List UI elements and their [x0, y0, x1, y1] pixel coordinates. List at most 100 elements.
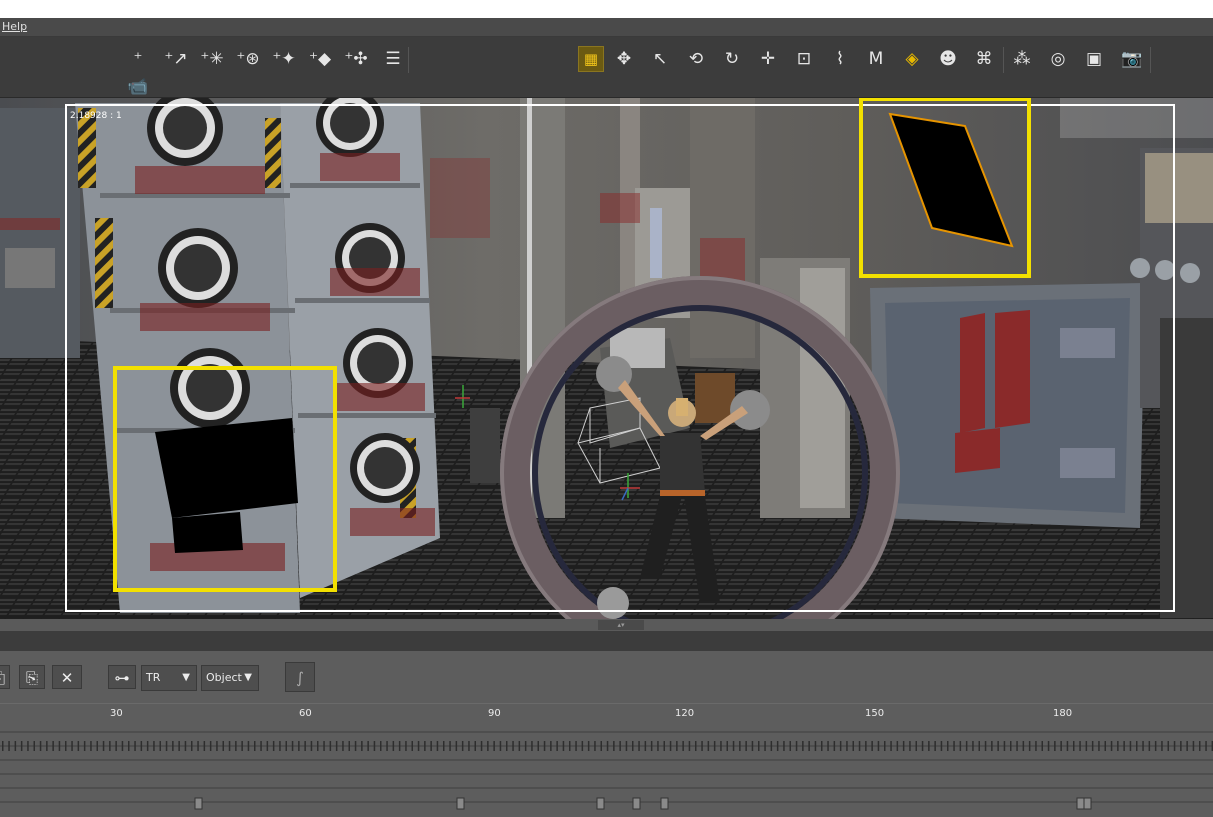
keyframe-marker[interactable] — [827, 741, 829, 751]
keyframe-marker[interactable] — [1167, 741, 1170, 751]
keyframe-marker[interactable] — [140, 741, 143, 751]
keyframe-marker[interactable] — [194, 797, 203, 810]
keyframe-marker[interactable] — [581, 741, 584, 751]
keyframe-marker[interactable] — [285, 741, 288, 751]
keyframe-marker[interactable] — [386, 741, 388, 751]
morph-brush-tool[interactable]: M — [862, 45, 890, 73]
keyframe-marker[interactable] — [1085, 741, 1088, 751]
keyframe-marker[interactable] — [329, 741, 332, 751]
keyframe-marker[interactable] — [1079, 741, 1081, 751]
keyframe-marker[interactable] — [940, 741, 943, 751]
keyframe-marker[interactable] — [644, 741, 647, 751]
keyframe-marker[interactable] — [443, 741, 445, 751]
object-dropdown[interactable]: Object ▼ — [201, 665, 259, 691]
keyframe-marker[interactable] — [556, 741, 558, 751]
3d-viewport[interactable]: 2.18928 : 1 — [0, 98, 1213, 619]
keyframe-marker[interactable] — [839, 741, 842, 751]
keyframe-marker[interactable] — [688, 741, 691, 751]
keyframe-marker[interactable] — [373, 741, 376, 751]
keyframe-marker[interactable] — [745, 741, 747, 751]
keyframe-marker[interactable] — [272, 741, 275, 751]
keyframe-marker[interactable] — [997, 741, 999, 751]
delete-key-button[interactable]: ✕ — [52, 665, 82, 689]
copy-key-button[interactable]: ⎘ — [19, 665, 45, 689]
keyframe-marker[interactable] — [178, 741, 180, 751]
keyframe-marker[interactable] — [279, 741, 281, 751]
keyframe-marker[interactable] — [896, 741, 899, 751]
keyframe-marker[interactable] — [965, 741, 968, 751]
keyframe-marker[interactable] — [783, 741, 785, 751]
keyframe-marker[interactable] — [909, 741, 911, 751]
keyframe-marker[interactable] — [222, 741, 225, 751]
keyframe-marker[interactable] — [1047, 741, 1050, 751]
keyframe-marker[interactable] — [625, 741, 628, 751]
keyframe-marker[interactable] — [241, 741, 243, 751]
keyframe-marker[interactable] — [216, 741, 218, 751]
keyframe-marker[interactable] — [1073, 741, 1075, 751]
keyframe-marker[interactable] — [632, 797, 641, 810]
keyframe-marker[interactable] — [846, 741, 848, 751]
keyframe-marker[interactable] — [1091, 741, 1094, 751]
keyframe-marker[interactable] — [310, 741, 313, 751]
keyframe-marker[interactable] — [1110, 741, 1113, 751]
keyframe-marker[interactable] — [209, 741, 212, 751]
keyframe-marker[interactable] — [676, 741, 678, 751]
light-tool[interactable]: ◎ — [1044, 45, 1072, 73]
keyframe-marker[interactable] — [1161, 741, 1163, 751]
keyframe-marker[interactable] — [65, 741, 67, 751]
panel-splitter[interactable]: ▴▾ — [0, 619, 1213, 631]
keyframe-marker[interactable] — [1060, 741, 1062, 751]
keyframe-marker[interactable] — [71, 741, 73, 751]
keyframe-marker[interactable] — [266, 741, 269, 751]
keyframe-marker[interactable] — [531, 741, 533, 751]
keyframe-marker[interactable] — [335, 741, 338, 751]
keyframe-marker[interactable] — [1199, 741, 1201, 751]
keyframe-marker[interactable] — [1083, 797, 1092, 810]
keyframe-marker[interactable] — [20, 741, 23, 751]
timeline-tracks[interactable] — [0, 726, 1213, 817]
keyframe-marker[interactable] — [852, 741, 855, 751]
keyframe-marker[interactable] — [128, 741, 130, 751]
keyframe-marker[interactable] — [461, 741, 464, 751]
help-menu[interactable]: Help — [2, 20, 27, 33]
keyframe-marker[interactable] — [2, 741, 4, 751]
keyframe-marker[interactable] — [669, 741, 672, 751]
keyframe-marker[interactable] — [235, 741, 237, 751]
keyframe-marker[interactable] — [58, 741, 61, 751]
create-spotlight-tool[interactable]: ⁺✦ — [270, 45, 298, 73]
keyframe-marker[interactable] — [1136, 741, 1138, 751]
keyframe-marker[interactable] — [707, 741, 710, 751]
keyframe-marker[interactable] — [455, 741, 458, 751]
keyframe-marker[interactable] — [575, 741, 577, 751]
keyframe-marker[interactable] — [600, 741, 603, 751]
keyframe-marker[interactable] — [770, 741, 773, 751]
orbit-tool[interactable]: ⟲ — [682, 45, 710, 73]
keyframe-marker[interactable] — [247, 741, 250, 751]
keyframe-marker[interactable] — [102, 741, 105, 751]
keyframe-marker[interactable] — [153, 741, 155, 751]
keyframe-marker[interactable] — [487, 741, 489, 751]
keyframe-marker[interactable] — [550, 741, 552, 751]
keyframe-marker[interactable] — [165, 741, 168, 751]
keyframe-marker[interactable] — [959, 741, 962, 751]
keyframe-marker[interactable] — [569, 741, 571, 751]
keyframe-marker[interactable] — [380, 741, 382, 751]
keyframe-marker[interactable] — [46, 741, 48, 751]
keyframe-marker[interactable] — [972, 741, 974, 751]
keyframe-marker[interactable] — [802, 741, 804, 751]
keyframe-marker[interactable] — [594, 741, 596, 751]
paste-key-button[interactable]: ⎗ — [0, 665, 10, 689]
keyframe-marker[interactable] — [348, 741, 351, 751]
keyframe-marker[interactable] — [109, 741, 111, 751]
keyframe-tracks[interactable] — [0, 726, 1213, 817]
keyframe-marker[interactable] — [411, 741, 414, 751]
keyframe-marker[interactable] — [695, 741, 697, 751]
keyframe-marker[interactable] — [638, 741, 640, 751]
key-filter-button[interactable]: ⊶ — [108, 665, 136, 689]
keyframe-marker[interactable] — [1205, 741, 1207, 751]
keyframe-marker[interactable] — [682, 741, 684, 751]
keyframe-marker[interactable] — [430, 741, 432, 751]
keyframe-marker[interactable] — [713, 741, 716, 751]
keyframe-marker[interactable] — [821, 741, 823, 751]
keyframe-marker[interactable] — [8, 741, 10, 751]
